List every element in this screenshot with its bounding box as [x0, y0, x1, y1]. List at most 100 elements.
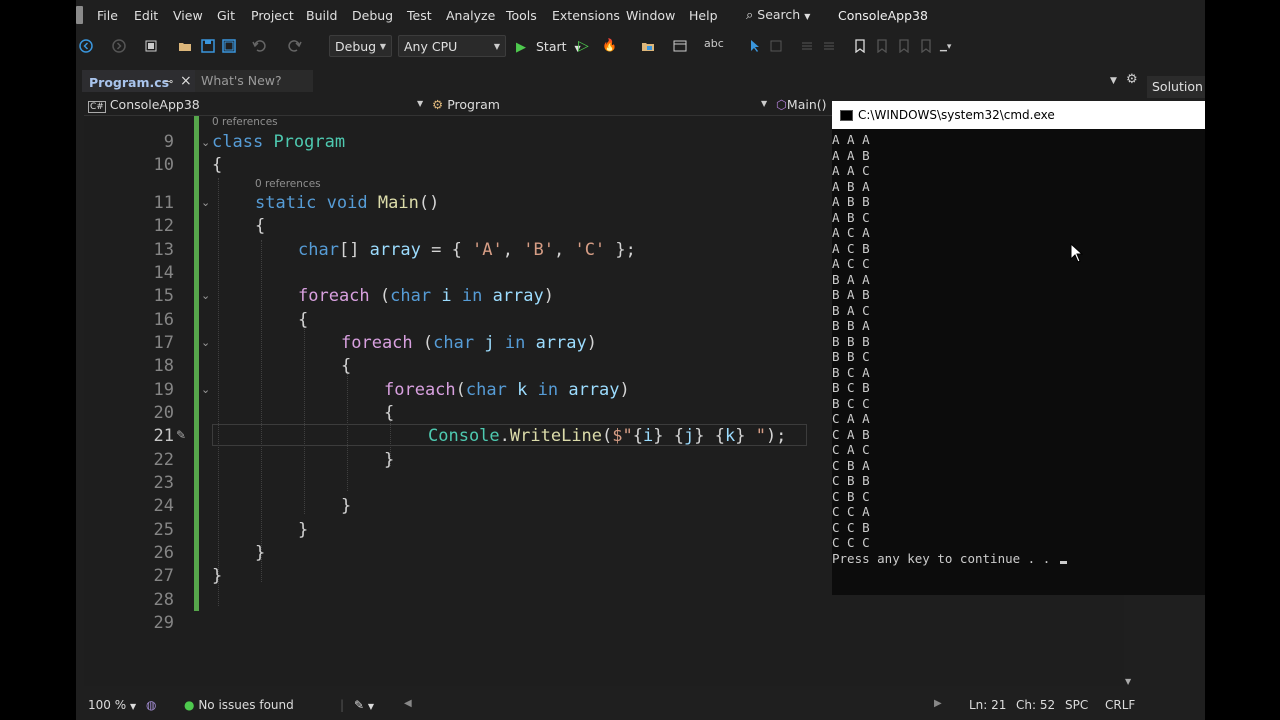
menu-test[interactable]: Test — [407, 8, 432, 23]
menu-debug[interactable]: Debug — [352, 8, 393, 23]
keyword: char — [390, 286, 432, 306]
project-scope-dropdown[interactable]: C# ConsoleApp38 — [88, 97, 200, 113]
menu-tools[interactable]: Tools — [506, 8, 537, 23]
menu-analyze[interactable]: Analyze — [446, 8, 495, 23]
line-number: 26 — [153, 543, 174, 563]
line-number: 12 — [153, 216, 174, 236]
line-number: 25 — [153, 520, 174, 540]
pin-icon[interactable]: ⊸ — [164, 75, 173, 88]
start-without-debugging-icon[interactable]: ▷ — [578, 38, 589, 54]
console-output-line: B B A — [832, 318, 870, 333]
browse-folder-icon[interactable] — [641, 39, 655, 53]
chevron-down-icon: ▼ — [761, 99, 768, 108]
line-number: 13 — [153, 240, 174, 260]
code-line-13: char[] array = { 'A', 'B', 'C' }; — [298, 240, 636, 260]
navigate-forward-icon[interactable] — [112, 39, 126, 53]
redo-icon[interactable] — [288, 39, 302, 53]
console-output-line: B A A — [832, 271, 870, 287]
member-scope-label: Main() — [786, 97, 827, 112]
variable: i — [441, 286, 452, 306]
fold-collapse-icon[interactable]: ⌄ — [201, 383, 210, 396]
bookmark-icon[interactable] — [853, 39, 867, 53]
console-output-line: C B A — [832, 457, 870, 473]
line-number: 16 — [153, 310, 174, 330]
cleanup-icon[interactable]: ✎ ▼ — [354, 698, 374, 712]
type-scope-dropdown[interactable]: ⚙ Program — [432, 97, 500, 112]
tab-program-cs[interactable]: Program.cs ⊸ × — [82, 70, 195, 92]
clear-bookmarks-icon[interactable] — [919, 39, 933, 53]
fold-collapse-icon[interactable]: ⌄ — [201, 136, 210, 149]
menu-help[interactable]: Help — [689, 8, 718, 23]
prev-bookmark-icon[interactable] — [875, 39, 889, 53]
console-output-line: C B C — [832, 488, 870, 504]
codelens-references[interactable]: 0 references — [255, 178, 321, 190]
variable: array — [568, 380, 620, 400]
platform-dropdown[interactable]: Any CPU ▼ — [398, 35, 506, 57]
issues-indicator[interactable]: ● No issues found — [184, 698, 294, 712]
menu-window[interactable]: Window — [626, 8, 675, 23]
open-folder-icon[interactable] — [178, 39, 192, 53]
spell-check-icon[interactable]: abc — [704, 37, 724, 50]
brace: } — [212, 566, 223, 586]
menu-extensions[interactable]: Extensions — [552, 8, 620, 23]
indent-guide — [261, 240, 262, 582]
code-line-16: { — [298, 310, 308, 330]
column-indicator[interactable]: Ch: 52 — [1016, 698, 1055, 712]
line-indicator[interactable]: Ln: 21 — [969, 698, 1006, 712]
solution-explorer-tab[interactable]: Solution Explorer — [1147, 76, 1205, 98]
quick-actions-icon[interactable]: ✎ — [176, 428, 186, 442]
save-icon[interactable] — [201, 39, 215, 53]
menu-file[interactable]: File — [97, 8, 118, 23]
zoom-dropdown[interactable]: 100 % ▼ — [88, 698, 136, 712]
close-icon[interactable]: × — [180, 73, 192, 89]
keyword: foreach — [341, 333, 413, 353]
line-ending-indicator[interactable]: CRLF — [1105, 698, 1135, 712]
member-scope-dropdown[interactable]: ⬡Main() — [776, 97, 827, 112]
search-button[interactable]: ⌕ Search ▼ — [746, 7, 810, 23]
whitespace-indicator[interactable]: SPC — [1065, 698, 1088, 712]
code-line-24: } — [341, 496, 351, 516]
layout-icon[interactable] — [673, 39, 687, 53]
menu-view[interactable]: View — [173, 8, 203, 23]
console-title: C:\WINDOWS\system32\cmd.exe — [858, 108, 1055, 122]
menu-edit[interactable]: Edit — [134, 8, 158, 23]
scroll-left-icon[interactable]: ◀ — [404, 698, 412, 709]
configuration-dropdown[interactable]: Debug ▼ — [329, 35, 392, 57]
vs-logo-icon — [76, 6, 83, 24]
uncomment-icon[interactable] — [822, 39, 836, 53]
menu-project[interactable]: Project — [251, 8, 294, 23]
console-output-line: C C B — [832, 519, 870, 535]
navigate-back-icon[interactable] — [79, 39, 93, 53]
console-title-bar[interactable]: C:\WINDOWS\system32\cmd.exe — [832, 101, 1205, 129]
codelens-references[interactable]: 0 references — [212, 116, 278, 128]
console-window[interactable]: C:\WINDOWS\system32\cmd.exe A A AA A BA … — [832, 101, 1205, 595]
gear-icon[interactable]: ⚙ — [1126, 72, 1138, 87]
undo-icon[interactable] — [252, 39, 266, 53]
menu-build[interactable]: Build — [306, 8, 337, 23]
toolbar-overflow-icon[interactable]: ▁▾ — [940, 42, 951, 52]
right-letterbox — [1205, 0, 1280, 720]
comment-icon[interactable] — [800, 39, 814, 53]
pointer-icon[interactable] — [748, 39, 762, 53]
hot-reload-icon[interactable]: 🔥 — [602, 38, 617, 52]
save-all-icon[interactable] — [222, 39, 236, 53]
copilot-icon[interactable]: ◍ — [146, 698, 156, 712]
configuration-value: Debug — [335, 39, 377, 54]
scroll-down-icon[interactable]: ▼ — [1125, 677, 1131, 686]
next-bookmark-icon[interactable] — [897, 39, 911, 53]
start-label: Start — [535, 39, 567, 54]
tab-list-icon[interactable]: ▼ — [1110, 76, 1117, 86]
start-button[interactable]: ▶ Start ▼ — [516, 39, 581, 55]
type-scope-label: Program — [447, 97, 500, 112]
snapshot-icon[interactable] — [769, 39, 783, 53]
console-output-line: A C A — [832, 225, 870, 240]
class-icon: ⚙ — [432, 97, 444, 112]
new-project-icon[interactable] — [144, 39, 158, 53]
fold-collapse-icon[interactable]: ⌄ — [201, 196, 210, 209]
scroll-right-icon[interactable]: ▶ — [934, 698, 942, 709]
fold-collapse-icon[interactable]: ⌄ — [201, 336, 210, 349]
fold-collapse-icon[interactable]: ⌄ — [201, 289, 210, 302]
menu-git[interactable]: Git — [217, 8, 235, 23]
brace: { — [212, 155, 223, 175]
tab-whats-new[interactable]: What's New? — [195, 70, 313, 92]
